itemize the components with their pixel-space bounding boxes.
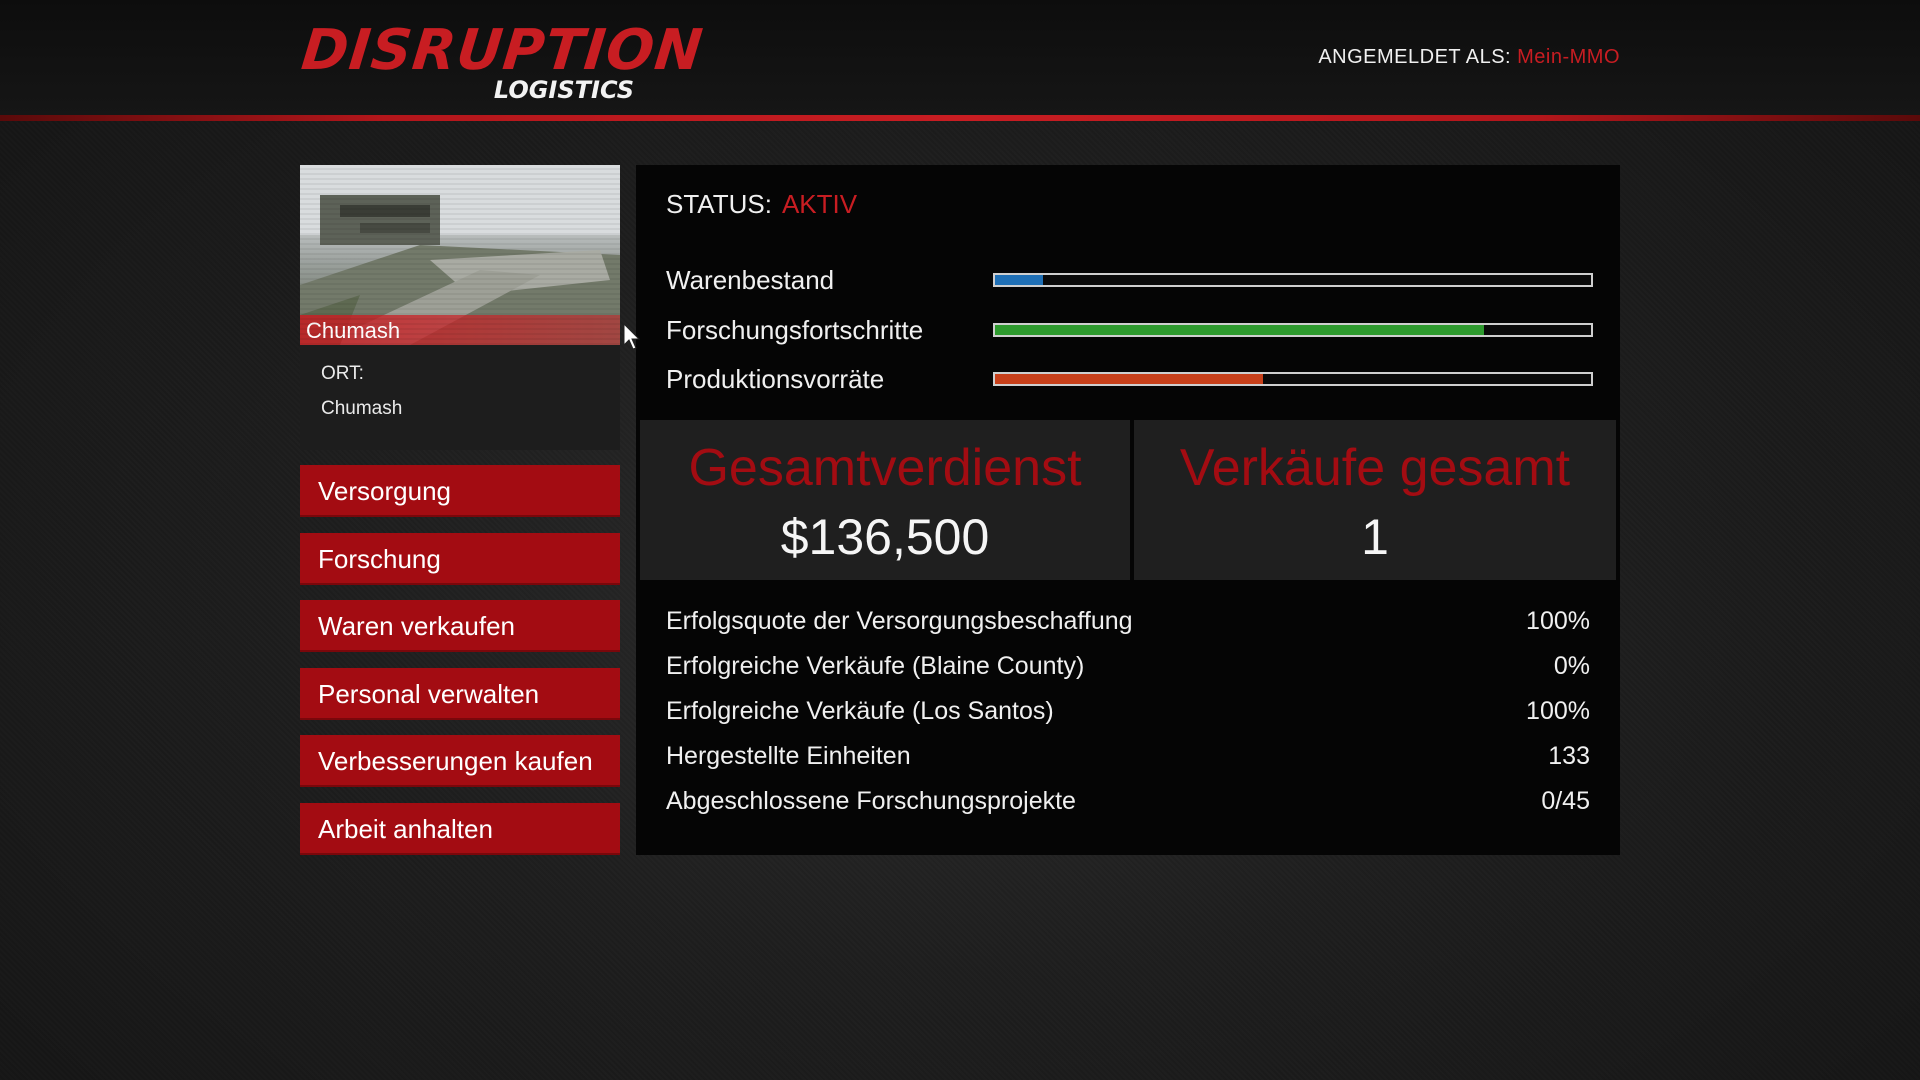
stat-label: Erfolgsquote der Versorgungsbeschaffung	[666, 607, 1133, 635]
menu-label: Versorgung	[318, 476, 451, 506]
menu-label: Forschung	[318, 544, 441, 574]
supplies-label: Produktionsvorräte	[666, 364, 885, 394]
buy-upgrades-button[interactable]: Verbesserungen kaufen	[300, 735, 620, 787]
stat-row: Erfolgreiche Verkäufe (Los Santos) 100%	[666, 697, 1590, 737]
stat-label: Erfolgreiche Verkäufe (Los Santos)	[666, 697, 1054, 725]
stop-work-button[interactable]: Arbeit anhalten	[300, 803, 620, 855]
location-name: Chumash	[306, 318, 401, 343]
top-header: DISRUPTION LOGISTICS ANGEMELDET ALS: Mein…	[0, 0, 1920, 118]
status-label: STATUS:	[666, 189, 772, 219]
sell-goods-button[interactable]: Waren verkaufen	[300, 600, 620, 652]
total-sales-title: Verkäufe gesamt	[1179, 439, 1571, 497]
stock-bar-row: Warenbestand	[666, 265, 1596, 301]
menu-label: Waren verkaufen	[318, 611, 516, 641]
location-photo: Chumash	[300, 165, 620, 345]
menu-label: Personal verwalten	[318, 679, 540, 709]
manage-staff-button[interactable]: Personal verwalten	[300, 668, 620, 720]
bunker-image	[300, 165, 620, 345]
stat-value: 100%	[1526, 697, 1590, 725]
research-button[interactable]: Forschung	[300, 533, 620, 585]
stat-label: Abgeschlossene Forschungsprojekte	[666, 787, 1076, 815]
business-status-panel: STATUS: AKTIV Warenbestand Forschungsfort…	[636, 165, 1620, 855]
total-sales-value: 1	[1361, 509, 1389, 565]
total-sales-box: Verkäufe gesamt 1	[1130, 420, 1616, 580]
location-name-bar: Chumash	[300, 315, 620, 345]
stat-value: 133	[1548, 742, 1590, 770]
stock-progress-fill	[995, 275, 1043, 285]
supplies-bar-row: Produktionsvorräte	[666, 364, 1596, 400]
stat-label: Erfolgreiche Verkäufe (Blaine County)	[666, 652, 1085, 680]
research-progress-label: Forschungsfortschritte	[666, 315, 924, 345]
stat-value: 0%	[1553, 652, 1590, 680]
supplies-progress-bar	[993, 372, 1593, 386]
supplies-progress-fill	[995, 374, 1264, 384]
status-line: STATUS: AKTIV	[666, 189, 857, 220]
stat-row: Erfolgsquote der Versorgungsbeschaffung …	[666, 607, 1590, 647]
mouse-cursor-icon	[623, 323, 641, 350]
stat-row: Erfolgreiche Verkäufe (Blaine County) 0%	[666, 652, 1590, 692]
total-earnings-value: $136,500	[780, 509, 990, 565]
location-value: Chumash	[321, 398, 403, 419]
total-earnings-box: Gesamtverdienst $136,500	[640, 420, 1130, 580]
research-bar-row: Forschungsfortschritte	[666, 315, 1596, 351]
research-progress-fill	[995, 325, 1484, 335]
stock-label: Warenbestand	[666, 265, 835, 295]
stat-value: 100%	[1526, 607, 1590, 635]
stock-progress-bar	[993, 273, 1593, 287]
logo-sub-text: LOGISTICS	[493, 76, 634, 104]
logo-main-text: DISRUPTION	[298, 18, 707, 83]
stat-value: 0/45	[1541, 787, 1590, 815]
stat-row: Abgeschlossene Forschungsprojekte 0/45	[666, 787, 1590, 827]
location-card: Chumash ORT: Chumash	[300, 165, 620, 450]
status-value: AKTIV	[781, 189, 858, 219]
login-info: ANGEMELDET ALS: Mein-MMO	[1318, 46, 1620, 69]
research-progress-bar	[993, 323, 1593, 337]
disruption-logistics-logo: DISRUPTION LOGISTICS	[299, 18, 707, 108]
stat-row: Hergestellte Einheiten 133	[666, 742, 1590, 782]
stat-label: Hergestellte Einheiten	[666, 742, 911, 770]
supply-button[interactable]: Versorgung	[300, 465, 620, 517]
login-label: ANGEMELDET ALS:	[1318, 46, 1512, 68]
header-divider	[0, 115, 1920, 121]
location-label: ORT:	[321, 363, 364, 384]
login-username: Mein-MMO	[1517, 46, 1620, 68]
menu-label: Verbesserungen kaufen	[318, 746, 593, 776]
total-earnings-title: Gesamtverdienst	[688, 439, 1082, 497]
menu-label: Arbeit anhalten	[318, 814, 493, 844]
